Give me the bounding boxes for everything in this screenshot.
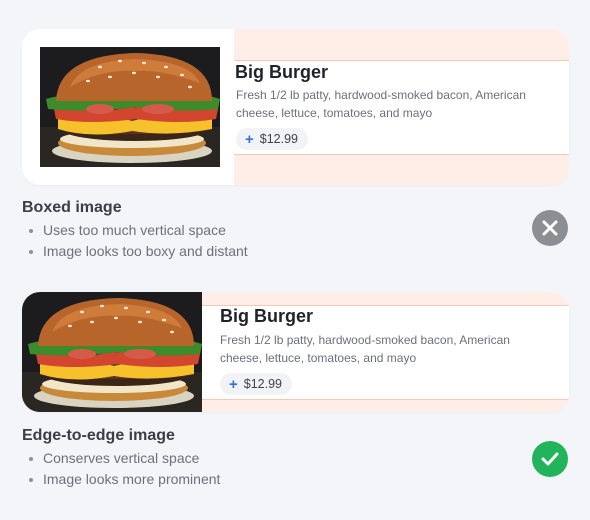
boxed-image-heading: Boxed image (22, 199, 122, 216)
spacing-overlay-corner (557, 29, 569, 41)
item-title: Big Burger (220, 306, 314, 326)
x-circle-icon (532, 210, 568, 246)
list-item: Image looks more prominent (28, 469, 220, 490)
edge-to-edge-card[interactable]: Big Burger Fresh 1/2 lb patty, hardwood-… (22, 292, 569, 412)
check-circle-icon (532, 441, 568, 477)
item-description: Fresh 1/2 lb patty, hardwood-smoked baco… (236, 88, 526, 120)
price-badge[interactable]: + $12.99 (220, 373, 292, 395)
price-value: $12.99 (243, 377, 282, 391)
boxed-image-points: Uses too much vertical space Image looks… (28, 220, 248, 262)
edge-to-edge-points: Conserves vertical space Image looks mor… (28, 448, 220, 490)
burger-image (22, 292, 202, 412)
price-badge[interactable]: + $12.99 (236, 128, 308, 150)
item-title: Big Burger (235, 62, 329, 82)
spacing-overlay-bottom (234, 154, 569, 185)
plus-icon: + (229, 375, 238, 393)
burger-image (40, 47, 220, 167)
list-item: Uses too much vertical space (28, 220, 248, 241)
boxed-image-card[interactable]: Big Burger Fresh 1/2 lb patty, hardwood-… (22, 29, 569, 185)
spacing-overlay-corner (557, 292, 569, 304)
item-description: Fresh 1/2 lb patty, hardwood-smoked baco… (220, 333, 510, 365)
list-item: Image looks too boxy and distant (28, 241, 248, 262)
spacing-overlay-bottom (202, 399, 569, 412)
spacing-overlay-top (234, 29, 569, 61)
plus-icon: + (245, 130, 254, 148)
list-item: Conserves vertical space (28, 448, 220, 469)
price-value: $12.99 (259, 132, 298, 146)
edge-to-edge-heading: Edge-to-edge image (22, 427, 175, 444)
spacing-overlay-top (202, 292, 569, 306)
